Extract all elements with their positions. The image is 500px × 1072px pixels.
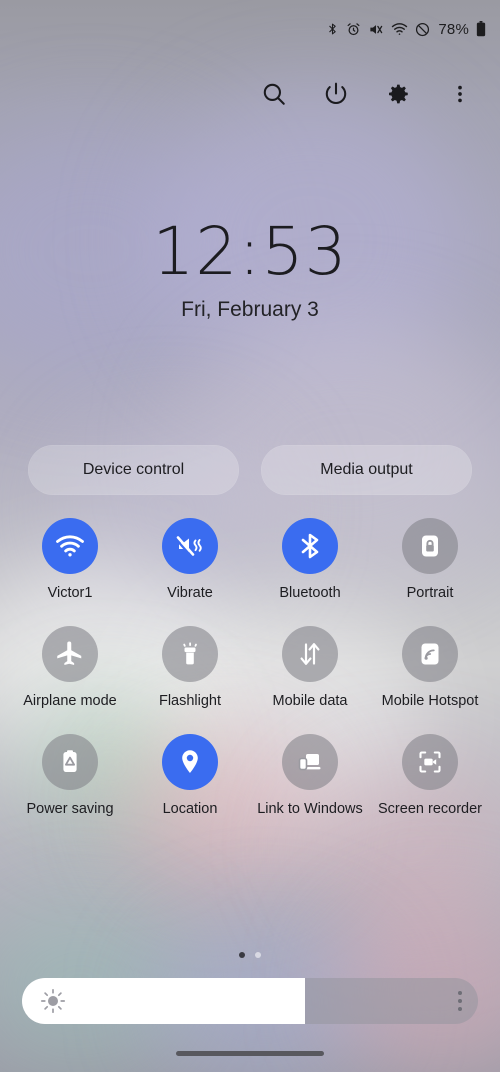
page-indicator xyxy=(0,952,500,958)
quick-settings-header xyxy=(0,66,500,122)
page-dot-2[interactable] xyxy=(255,952,261,958)
power-saving-icon xyxy=(42,734,98,790)
tile-label: Flashlight xyxy=(158,693,222,709)
screen-recorder-icon xyxy=(402,734,458,790)
tile-wifi[interactable]: Victor1 xyxy=(10,518,130,602)
flashlight-icon xyxy=(162,626,218,682)
gear-icon[interactable] xyxy=(384,80,412,108)
link-to-windows-icon xyxy=(282,734,338,790)
tile-label: Vibrate xyxy=(167,585,213,601)
wifi-icon xyxy=(42,518,98,574)
tile-airplane-mode[interactable]: Airplane mode xyxy=(10,626,130,710)
vibrate-icon xyxy=(162,518,218,574)
clock-widget[interactable]: 12:53 Fri, February 3 xyxy=(0,216,500,322)
tile-power-saving[interactable]: Power saving xyxy=(10,734,130,818)
tile-label: Bluetooth xyxy=(279,585,341,601)
brightness-slider[interactable] xyxy=(22,978,478,1024)
bluetooth-icon xyxy=(326,21,339,37)
tile-label: Portrait xyxy=(406,585,454,601)
tile-label: Mobile data xyxy=(272,693,348,709)
clock-date: Fri, February 3 xyxy=(181,298,319,321)
tile-label: Screen recorder xyxy=(378,801,482,817)
mute-icon xyxy=(368,22,384,37)
overflow-menu-icon[interactable] xyxy=(446,80,474,108)
tile-label: Victor1 xyxy=(47,585,93,601)
shortcut-row: Device control Media output xyxy=(28,445,472,495)
battery-percent-label: 78% xyxy=(438,20,469,38)
mobile-data-icon xyxy=(282,626,338,682)
tile-vibrate[interactable]: Vibrate xyxy=(130,518,250,602)
tile-flashlight[interactable]: Flashlight xyxy=(130,626,250,710)
tile-portrait[interactable]: Portrait xyxy=(370,518,490,602)
search-icon[interactable] xyxy=(260,80,288,108)
power-icon[interactable] xyxy=(322,80,350,108)
tile-label: Link to Windows xyxy=(257,801,363,817)
hotspot-icon xyxy=(402,626,458,682)
tile-link-to-windows[interactable]: Link to Windows xyxy=(250,734,370,818)
tile-mobile-data[interactable]: Mobile data xyxy=(250,626,370,710)
device-control-button[interactable]: Device control xyxy=(28,445,239,495)
tile-mobile-hotspot[interactable]: Mobile Hotspot xyxy=(370,626,490,710)
page-dot-1[interactable] xyxy=(239,952,245,958)
tile-label: Mobile Hotspot xyxy=(381,693,479,709)
airplane-icon xyxy=(42,626,98,682)
clock-time: 12:53 xyxy=(152,213,348,290)
brightness-sun-icon xyxy=(40,988,66,1014)
brightness-overflow-menu-icon[interactable] xyxy=(458,991,462,1011)
tile-label: Airplane mode xyxy=(23,693,117,709)
tile-label: Location xyxy=(162,801,218,817)
tile-label: Power saving xyxy=(26,801,114,817)
alarm-icon xyxy=(346,22,361,37)
status-bar: 78% xyxy=(0,0,500,58)
battery-icon xyxy=(476,21,486,37)
rotation-lock-icon xyxy=(402,518,458,574)
quick-settings-panel: 78% 12:53 Fri, February 3 Device control… xyxy=(0,0,500,1072)
quick-settings-tiles: Victor1 Vibrate Bluetooth Portrait Airpl… xyxy=(10,518,490,818)
location-pin-icon xyxy=(162,734,218,790)
tile-screen-recorder[interactable]: Screen recorder xyxy=(370,734,490,818)
wifi-icon xyxy=(391,22,408,36)
do-not-disturb-icon xyxy=(415,22,430,37)
tile-bluetooth[interactable]: Bluetooth xyxy=(250,518,370,602)
home-gesture-bar[interactable] xyxy=(176,1051,324,1056)
bluetooth-icon xyxy=(282,518,338,574)
media-output-button[interactable]: Media output xyxy=(261,445,472,495)
tile-location[interactable]: Location xyxy=(130,734,250,818)
